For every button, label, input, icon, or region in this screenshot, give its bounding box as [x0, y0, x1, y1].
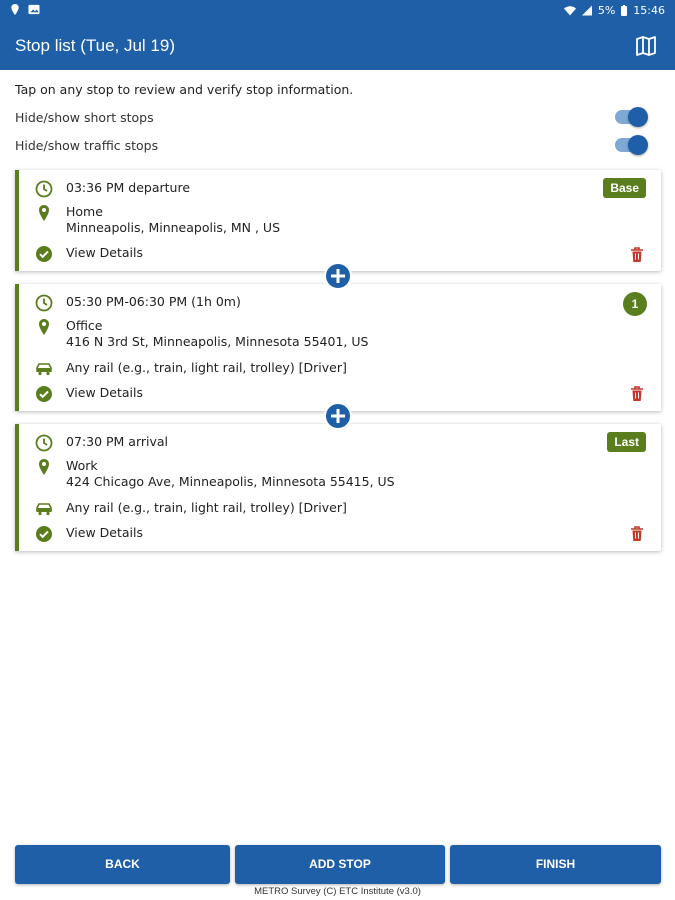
clock-icon	[35, 180, 53, 198]
plus-icon	[331, 269, 345, 283]
status-bar: 5% 15:46	[0, 0, 675, 22]
toggle-knob	[628, 135, 648, 155]
toggle-label: Hide/show short stops	[15, 110, 154, 125]
view-details-link[interactable]: View Details	[66, 525, 143, 541]
stop-travel-mode: Any rail (e.g., train, light rail, troll…	[66, 360, 347, 375]
trash-icon[interactable]	[630, 526, 644, 542]
traffic-stops-toggle[interactable]	[615, 135, 648, 155]
app-bar: Stop list (Tue, Jul 19)	[0, 22, 675, 70]
stop-travel-mode: Any rail (e.g., train, light rail, troll…	[66, 500, 347, 515]
toggle-row-short-stops: Hide/show short stops	[15, 107, 660, 129]
location-pin-icon	[39, 205, 49, 221]
stop-time: 03:36 PM departure	[66, 180, 191, 195]
clock-icon	[35, 294, 53, 312]
clock-icon	[35, 434, 53, 452]
stop-place: Office	[66, 318, 103, 333]
wifi-icon	[563, 6, 576, 16]
stop-address: Minneapolis, Minneapolis, MN , US	[66, 220, 281, 235]
finish-button[interactable]: FINISH	[450, 845, 661, 884]
location-pin-icon	[39, 319, 49, 335]
view-details-link[interactable]: View Details	[66, 245, 143, 261]
stop-address: 416 N 3rd St, Minneapolis, Minnesota 554…	[66, 334, 369, 349]
insert-stop-button[interactable]	[324, 262, 352, 290]
car-icon	[36, 503, 52, 516]
stop-place: Work	[66, 458, 98, 473]
view-details-link[interactable]: View Details	[66, 385, 143, 401]
gallery-icon	[28, 4, 40, 15]
check-circle-icon	[36, 246, 52, 262]
signal-icon	[581, 5, 592, 16]
stop-number-badge: 1	[623, 292, 647, 316]
instructions-text: Tap on any stop to review and verify sto…	[15, 82, 354, 97]
toggle-row-traffic-stops: Hide/show traffic stops	[15, 135, 660, 157]
toggle-knob	[628, 107, 648, 127]
status-badge: Base	[603, 178, 646, 198]
check-circle-icon	[36, 386, 52, 402]
short-stops-toggle[interactable]	[615, 107, 648, 127]
plus-icon	[331, 409, 345, 423]
add-stop-button[interactable]: ADD STOP	[235, 845, 445, 884]
back-button[interactable]: BACK	[15, 845, 230, 884]
location-icon	[11, 4, 19, 15]
car-icon	[36, 363, 52, 376]
toggle-label: Hide/show traffic stops	[15, 138, 159, 153]
location-pin-icon	[39, 459, 49, 475]
stop-place: Home	[66, 204, 103, 219]
page-title: Stop list (Tue, Jul 19)	[15, 36, 175, 55]
stop-time: 07:30 PM arrival	[66, 434, 169, 449]
stop-card-home[interactable]: 03:36 PM departure Base Home Minneapolis…	[15, 170, 661, 271]
insert-stop-button[interactable]	[324, 402, 352, 430]
stop-time: 05:30 PM-06:30 PM (1h 0m)	[66, 294, 241, 309]
battery-icon	[621, 5, 628, 16]
status-time: 15:46	[633, 4, 665, 17]
check-circle-icon	[36, 526, 52, 542]
stop-card-work[interactable]: 07:30 PM arrival Last Work 424 Chicago A…	[15, 424, 661, 551]
map-icon[interactable]	[635, 36, 657, 56]
status-badge: Last	[607, 432, 646, 452]
footer-text: METRO Survey (C) ETC Institute (v3.0)	[254, 886, 421, 897]
stop-card-office[interactable]: 05:30 PM-06:30 PM (1h 0m) 1 Office 416 N…	[15, 284, 661, 411]
trash-icon[interactable]	[630, 247, 644, 263]
battery-percent: 5%	[597, 4, 616, 17]
stop-address: 424 Chicago Ave, Minneapolis, Minnesota …	[66, 474, 395, 489]
trash-icon[interactable]	[630, 386, 644, 402]
